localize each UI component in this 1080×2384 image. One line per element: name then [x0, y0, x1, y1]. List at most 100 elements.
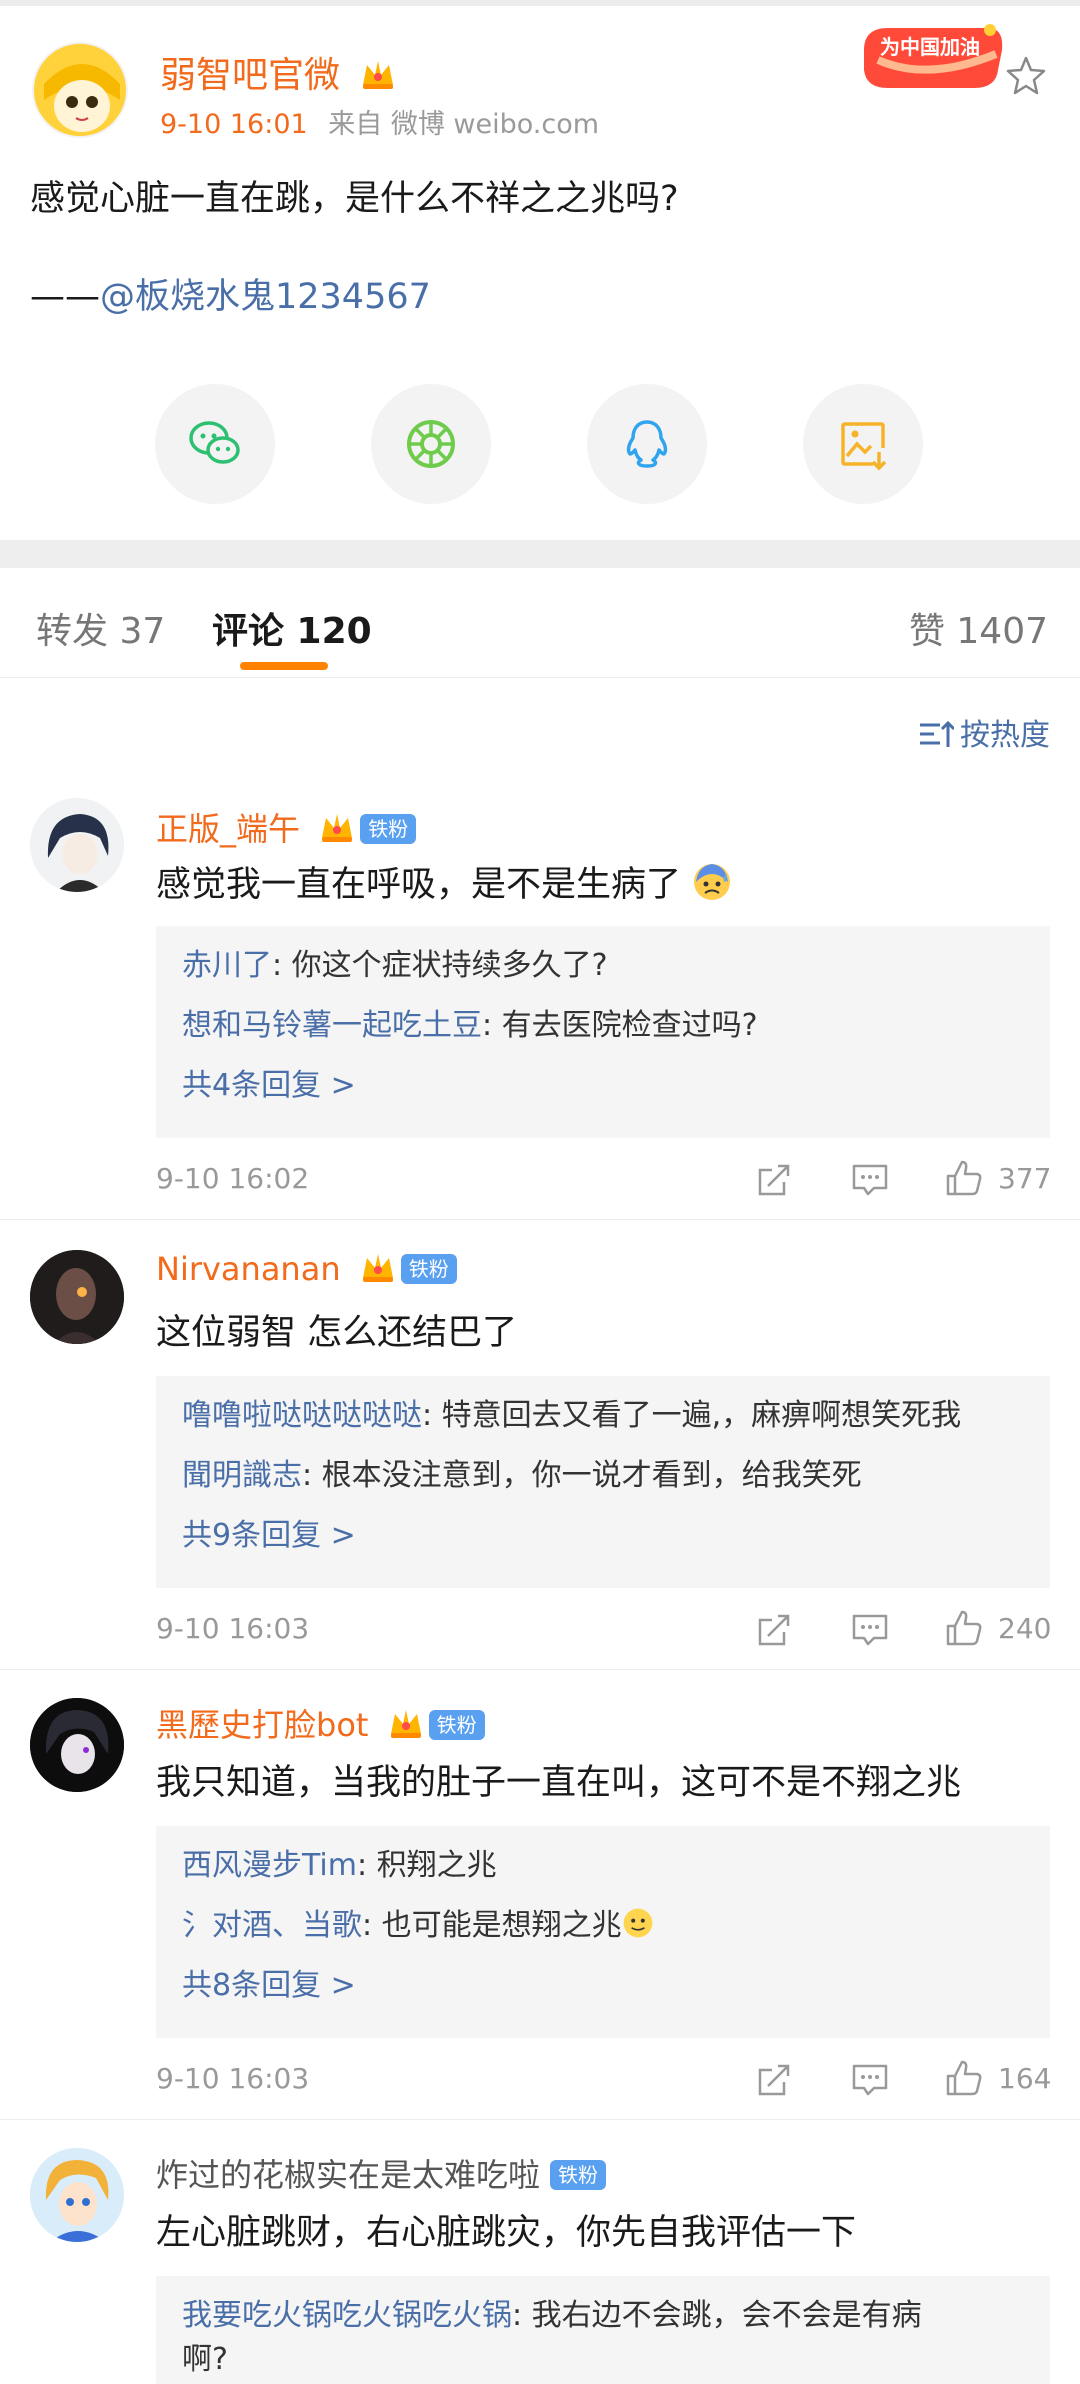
like-thumb-icon[interactable] [944, 1608, 984, 1648]
commenter-name[interactable]: 正版_端午 铁粉 [156, 804, 417, 850]
view-all-replies-link[interactable]: 共8条回复 > [182, 1960, 356, 2004]
comment-item: 黑歷史打脸bot 铁粉 我只知道，当我的肚子一直在叫，这可不是不翔之兆 西风漫步… [0, 1670, 1080, 2120]
like-thumb-icon[interactable] [944, 1158, 984, 1198]
reply-username[interactable]: 聞明識志 [182, 1458, 302, 1493]
reply-username[interactable]: 我要吃火锅吃火锅吃火锅 [182, 2298, 512, 2333]
commenter-avatar[interactable] [30, 798, 124, 892]
comment-text: 这位弱智 怎么还结巴了 [156, 1313, 518, 1353]
comment-text-content: 感觉我一直在呼吸，是不是生病了 [156, 865, 682, 905]
iron-fan-badge: 铁粉 [400, 1254, 457, 1284]
repost-icon[interactable] [754, 1160, 794, 1200]
post-source: 来自 微博 weibo.com [328, 109, 600, 140]
favorite-star-icon[interactable] [1004, 54, 1048, 98]
like-count: 377 [998, 1162, 1052, 1195]
comment-reply-icon[interactable] [850, 1610, 890, 1650]
iron-fan-badge: 铁粉 [360, 814, 417, 844]
reply-preview: 噜噜啦哒哒哒哒哒: 特意回去又看了一遍,，麻痹啊想笑死我 [182, 1390, 961, 1434]
reply-preview: 聞明識志: 根本没注意到，你一说才看到，给我笑死 [182, 1450, 862, 1494]
smile-emoji-icon [623, 1908, 653, 1938]
qq-icon [626, 420, 668, 468]
save-image-button[interactable] [803, 384, 923, 504]
reply-preview-box[interactable]: 噜噜啦哒哒哒哒哒: 特意回去又看了一遍,，麻痹啊想笑死我 聞明識志: 根本没注意… [156, 1376, 1050, 1588]
anxious-sweat-emoji-icon [694, 864, 731, 900]
post-time: 9-10 16:01 [160, 109, 308, 140]
moments-icon [407, 420, 455, 468]
share-moments-button[interactable] [371, 384, 491, 504]
reply-preview: 我要吃火锅吃火锅吃火锅: 我右边不会跳，会不会是有病 [182, 2290, 922, 2334]
repost-icon[interactable] [754, 1610, 794, 1650]
reply-preview: 西风漫步Tim: 积翔之兆 [182, 1840, 497, 1884]
comment-reply-icon[interactable] [850, 2060, 890, 2100]
commenter-name[interactable]: 炸过的花椒实在是太难吃啦 铁粉 [156, 2150, 607, 2196]
sort-label: 按热度 [960, 718, 1050, 753]
reply-username[interactable]: 赤川了 [182, 948, 272, 983]
share-qq-button[interactable] [587, 384, 707, 504]
comment-item: 正版_端午 铁粉 感觉我一直在呼吸，是不是生病了 赤川了: 你这个症状持续多久了… [0, 770, 1080, 1220]
commenter-name-label[interactable]: 黑歷史打脸bot [156, 1706, 368, 1744]
reply-username[interactable]: 西风漫步Tim [182, 1848, 357, 1883]
comment-text: 我只知道，当我的肚子一直在叫，这可不是不翔之兆 [156, 1763, 962, 1803]
active-tab-indicator [240, 662, 328, 670]
commenter-name-label[interactable]: 正版_端午 [156, 810, 300, 848]
vip-crown-icon [362, 1254, 393, 1282]
reply-username[interactable]: 氵对酒、当歌 [182, 1908, 362, 1943]
wechat-icon [189, 421, 240, 464]
reply-preview-box[interactable]: 赤川了: 你这个症状持续多久了? 想和马铃薯一起吃土豆: 有去医院检查过吗? 共… [156, 926, 1050, 1138]
sort-by-hot-button[interactable]: 按热度 [918, 710, 1050, 754]
reply-text: : 积翔之兆 [356, 1848, 497, 1883]
commenter-name-label[interactable]: 炸过的花椒实在是太难吃啦 [156, 2156, 540, 2194]
post-meta: 9-10 16:01 来自 微博 weibo.com [160, 102, 599, 141]
share-wechat-button[interactable] [155, 384, 275, 504]
comment-item: Nirvananan 铁粉 这位弱智 怎么还结巴了 噜噜啦哒哒哒哒哒: 特意回去… [0, 1220, 1080, 1670]
reply-preview: 赤川了: 你这个症状持续多久了? [182, 940, 608, 984]
vip-crown-icon [390, 1710, 421, 1738]
mention-link[interactable]: @板烧水鬼1234567 [100, 277, 431, 317]
tab-comment[interactable]: 评论 120 [212, 602, 372, 654]
post-author-label[interactable]: 弱智吧官微 [160, 55, 340, 96]
tab-bar: 转发 37 评论 120 赞 1407 [0, 568, 1080, 678]
post-card: 弱智吧官微 9-10 16:01 来自 微博 weibo.com 为中国加油 感… [0, 6, 1080, 540]
reply-text: : 有去医院检查过吗? [482, 1008, 758, 1043]
reply-text: : 特意回去又看了一遍,，麻痹啊想笑死我 [422, 1398, 962, 1433]
commenter-avatar[interactable] [30, 1250, 124, 1344]
commenter-name[interactable]: 黑歷史打脸bot 铁粉 [156, 1700, 485, 1746]
reply-text: : 根本没注意到，你一说才看到，给我笑死 [302, 1458, 862, 1493]
tab-repost[interactable]: 转发 37 [36, 602, 165, 654]
commenter-avatar[interactable] [30, 1698, 124, 1792]
commenter-name-label[interactable]: Nirvananan [156, 1250, 341, 1288]
commenter-avatar[interactable] [30, 2148, 124, 2242]
comment-reply-icon[interactable] [850, 1160, 890, 1200]
iron-fan-badge: 铁粉 [550, 2160, 607, 2190]
reply-preview-box[interactable]: 我要吃火锅吃火锅吃火锅: 我右边不会跳，会不会是有病 啊? [156, 2276, 1050, 2384]
iron-fan-badge: 铁粉 [428, 1710, 485, 1740]
reply-username[interactable]: 想和马铃薯一起吃土豆 [182, 1008, 482, 1043]
commenter-name[interactable]: Nirvananan 铁粉 [156, 1250, 457, 1288]
sort-icon [920, 720, 956, 747]
like-count: 164 [998, 2062, 1052, 2095]
comment-time: 9-10 16:03 [156, 1612, 310, 1645]
comment-time: 9-10 16:03 [156, 2062, 310, 2095]
like-thumb-icon[interactable] [944, 2058, 984, 2098]
comment-text: 左心脏跳财，右心脏跳灾，你先自我评估一下 [156, 2213, 857, 2253]
save-image-icon [841, 422, 887, 471]
comment-item: 炸过的花椒实在是太难吃啦 铁粉 左心脏跳财，右心脏跳灾，你先自我评估一下 我要吃火… [0, 2120, 1080, 2384]
cheer-china-badge[interactable]: 为中国加油 [858, 20, 1008, 96]
tab-like[interactable]: 赞 1407 [909, 602, 1048, 654]
reply-text: : 你这个症状持续多久了? [272, 948, 608, 983]
comment-time: 9-10 16:02 [156, 1162, 310, 1195]
repost-icon[interactable] [754, 2060, 794, 2100]
svg-text:为中国加油: 为中国加油 [880, 35, 980, 59]
vip-crown-icon [322, 814, 353, 842]
vip-crown-icon [363, 61, 394, 89]
dash-prefix: —— [30, 277, 100, 317]
author-avatar[interactable] [32, 42, 128, 138]
reply-text: : 也可能是想翔之兆 [362, 1908, 622, 1943]
view-all-replies-link[interactable]: 共9条回复 > [182, 1510, 356, 1554]
like-count: 240 [998, 1612, 1052, 1645]
reply-preview: 想和马铃薯一起吃土豆: 有去医院检查过吗? [182, 1000, 758, 1044]
reply-preview-box[interactable]: 西风漫步Tim: 积翔之兆 氵对酒、当歌: 也可能是想翔之兆 共8条回复 > [156, 1826, 1050, 2038]
post-author-name[interactable]: 弱智吧官微 [160, 46, 397, 98]
view-all-replies-link[interactable]: 共4条回复 > [182, 1060, 356, 1104]
reply-preview-continued: 啊? [182, 2342, 228, 2377]
reply-username[interactable]: 噜噜啦哒哒哒哒哒 [182, 1398, 422, 1433]
